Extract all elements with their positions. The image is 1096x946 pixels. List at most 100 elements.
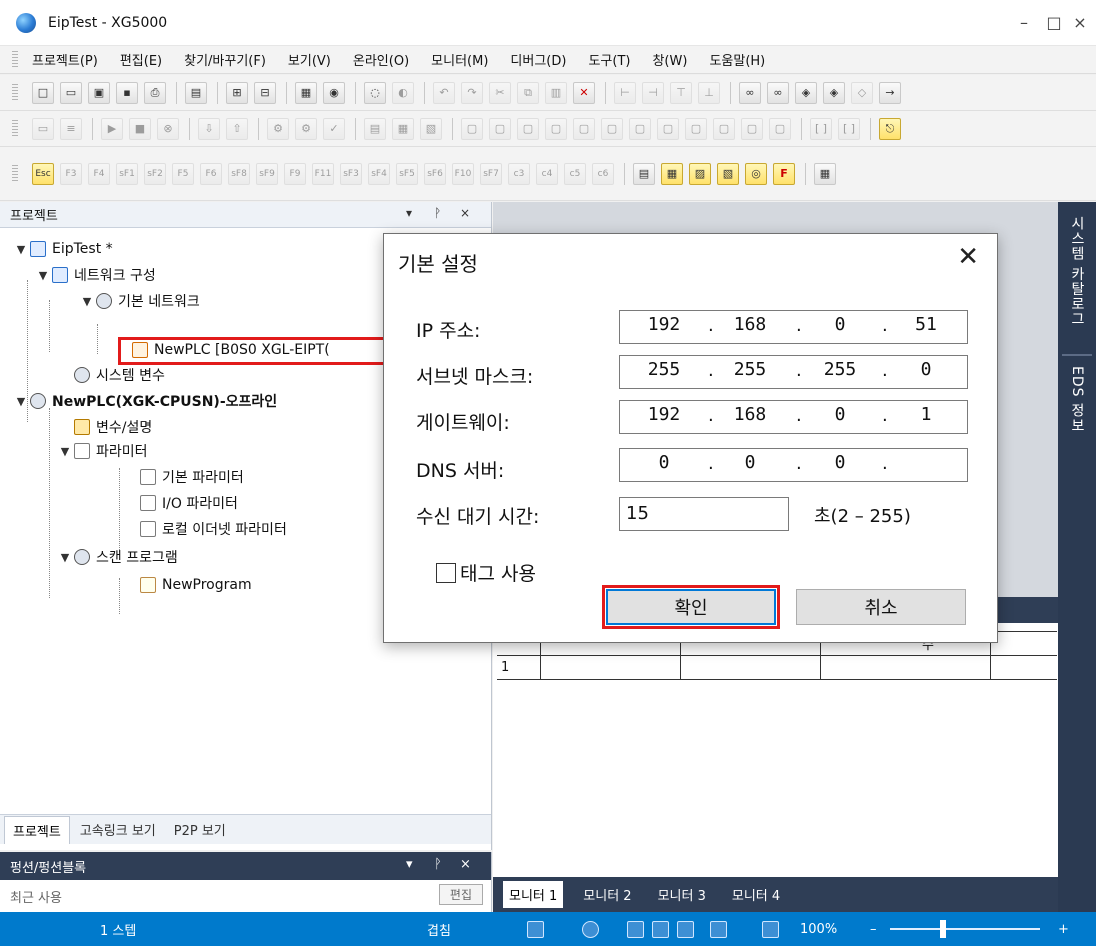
maximize-button[interactable]: □ — [1040, 10, 1068, 36]
menu-monitor[interactable]: 모니터(M) — [431, 50, 488, 69]
window-7-icon[interactable]: ▢ — [629, 117, 651, 140]
dropdown-icon[interactable]: ▾ — [406, 206, 412, 220]
dropdown-icon[interactable]: ▾ — [406, 857, 413, 872]
key-esc[interactable]: Esc — [32, 162, 54, 185]
run-icon[interactable]: ▶ — [101, 117, 123, 140]
close-pane-icon[interactable]: × — [460, 206, 470, 220]
calculator-icon[interactable]: ▦ — [814, 162, 836, 185]
pin-icon[interactable]: ᚹ — [434, 206, 441, 220]
view-icon[interactable] — [627, 921, 644, 938]
toolbar-grip[interactable] — [12, 119, 18, 138]
key-sf6[interactable]: sF6 — [424, 162, 446, 185]
delete-col-icon[interactable]: ⊥ — [698, 81, 720, 104]
disconnect-icon[interactable]: ⊟ — [254, 81, 276, 104]
insert-col-icon[interactable]: ⊤ — [670, 81, 692, 104]
expand-icon[interactable]: ▼ — [80, 295, 94, 308]
cancel-icon[interactable]: ⊗ — [157, 117, 179, 140]
zoom-slider[interactable] — [890, 928, 1040, 930]
menu-grip[interactable] — [12, 50, 18, 69]
binoculars-next-icon[interactable]: ∞ — [767, 81, 789, 104]
sidebar-system-catalog[interactable]: 시스템 카탈로그 — [1067, 216, 1087, 326]
delete-icon[interactable]: ✕ — [573, 81, 595, 104]
close-pane-icon[interactable]: × — [460, 857, 471, 872]
key-sf9[interactable]: sF9 — [256, 162, 278, 185]
table-row[interactable]: 1 — [497, 656, 1057, 680]
binoculars-icon[interactable]: ∞ — [739, 81, 761, 104]
menu-window[interactable]: 창(W) — [652, 50, 687, 69]
window-2-icon[interactable]: ▢ — [489, 117, 511, 140]
tab-monitor-2[interactable]: 모니터 2 — [577, 881, 637, 908]
edit-button[interactable]: 편집 — [438, 884, 483, 905]
cut-icon[interactable]: ✂ — [489, 81, 511, 104]
clipboard-icon[interactable]: ▤ — [185, 81, 207, 104]
tree-basic-network[interactable]: ▼ 기본 네트워크 — [80, 290, 200, 312]
key-sf7[interactable]: sF7 — [480, 162, 502, 185]
monitor-icon[interactable]: ◉ — [323, 81, 345, 104]
key-f11[interactable]: F11 — [312, 162, 334, 185]
key-f3[interactable]: F3 — [60, 162, 82, 185]
open-folder-icon[interactable]: ▭ — [60, 81, 82, 104]
comment-icon[interactable]: ◌ — [364, 81, 386, 104]
tree-var-desc[interactable]: 변수/설명 — [74, 416, 152, 438]
tag-use-checkbox[interactable]: 태그 사용 — [436, 559, 536, 586]
tree-cpu[interactable]: ▼ NewPLC(XGK-CPUSN)-오프라인 — [14, 390, 277, 412]
tab-monitor-1[interactable]: 모니터 1 — [503, 881, 564, 908]
minimize-button[interactable]: – — [1010, 10, 1038, 36]
ip-address-field[interactable]: 192 . 168 . 0 . 51 — [619, 310, 968, 344]
key-f9[interactable]: F9 — [284, 162, 306, 185]
paste-icon[interactable]: ▥ — [545, 81, 567, 104]
tab-monitor-3[interactable]: 모니터 3 — [652, 881, 712, 908]
key-c4[interactable]: c4 — [536, 162, 558, 185]
key-f5[interactable]: F5 — [172, 162, 194, 185]
tree-system-var[interactable]: 시스템 변수 — [74, 364, 165, 386]
view-icon[interactable] — [710, 921, 727, 938]
tree-root[interactable]: ▼ EipTest * — [14, 238, 113, 260]
zoom-in-button[interactable]: + — [1058, 922, 1069, 937]
tab-p2p[interactable]: P2P 보기 — [166, 816, 234, 843]
view-icon[interactable] — [762, 921, 779, 938]
window-1-icon[interactable]: ▢ — [461, 117, 483, 140]
replace-icon[interactable]: ◇ — [851, 81, 873, 104]
menu-help[interactable]: 도움말(H) — [709, 50, 765, 69]
expand-icon[interactable]: ▼ — [58, 551, 72, 564]
cancel-button[interactable]: 취소 — [796, 589, 966, 625]
compile-all-icon[interactable]: ⚙ — [295, 117, 317, 140]
tree-parameter[interactable]: ▼ 파라미터 — [58, 440, 148, 462]
view-il-icon[interactable]: ▦ — [392, 117, 414, 140]
delete-row-icon[interactable]: ⊣ — [642, 81, 664, 104]
function-recent-row[interactable]: 최근 사용 편집 — [0, 880, 491, 912]
key-sf3[interactable]: sF3 — [340, 162, 362, 185]
ok-button[interactable]: 확인 — [606, 589, 776, 625]
window-11-icon[interactable]: ▢ — [741, 117, 763, 140]
key-sf8[interactable]: sF8 — [228, 162, 250, 185]
window-3-icon[interactable]: ▢ — [517, 117, 539, 140]
new-file-icon[interactable]: □ — [32, 81, 54, 104]
compile-icon[interactable]: ⚙ — [267, 117, 289, 140]
expand-icon[interactable]: ▼ — [36, 269, 50, 282]
bracket-icon[interactable]: [ ] — [810, 117, 832, 140]
grid-icon[interactable]: ▦ — [661, 162, 683, 185]
check-icon[interactable]: ✓ — [323, 117, 345, 140]
gateway-field[interactable]: 192 . 168 . 0 . 1 — [619, 400, 968, 434]
write-icon[interactable]: ⇧ — [226, 117, 248, 140]
expand-icon[interactable]: ▼ — [14, 395, 28, 408]
zoom-slider-thumb[interactable] — [940, 920, 946, 938]
mode-icon[interactable]: ≡ — [60, 117, 82, 140]
key-sf2[interactable]: sF2 — [144, 162, 166, 185]
bracket-2-icon[interactable]: [ ] — [838, 117, 860, 140]
menu-online[interactable]: 온라인(O) — [353, 50, 409, 69]
window-4-icon[interactable]: ▢ — [545, 117, 567, 140]
object-icon[interactable]: ◎ — [745, 162, 767, 185]
picture-icon[interactable]: ▨ — [689, 162, 711, 185]
key-sf5[interactable]: sF5 — [396, 162, 418, 185]
step-jump-icon[interactable]: → — [879, 81, 901, 104]
device-replace-icon[interactable]: ◈ — [823, 81, 845, 104]
key-f4[interactable]: F4 — [88, 162, 110, 185]
tree-network-config[interactable]: ▼ 네트워크 구성 — [36, 264, 156, 286]
view-icon[interactable] — [652, 921, 669, 938]
subnet-mask-field[interactable]: 255 . 255 . 255 . 0 — [619, 355, 968, 389]
menu-project[interactable]: 프로젝트(P) — [32, 50, 98, 69]
menu-tools[interactable]: 도구(T) — [588, 50, 630, 69]
menu-view[interactable]: 보기(V) — [288, 50, 331, 69]
undo-icon[interactable]: ↶ — [433, 81, 455, 104]
